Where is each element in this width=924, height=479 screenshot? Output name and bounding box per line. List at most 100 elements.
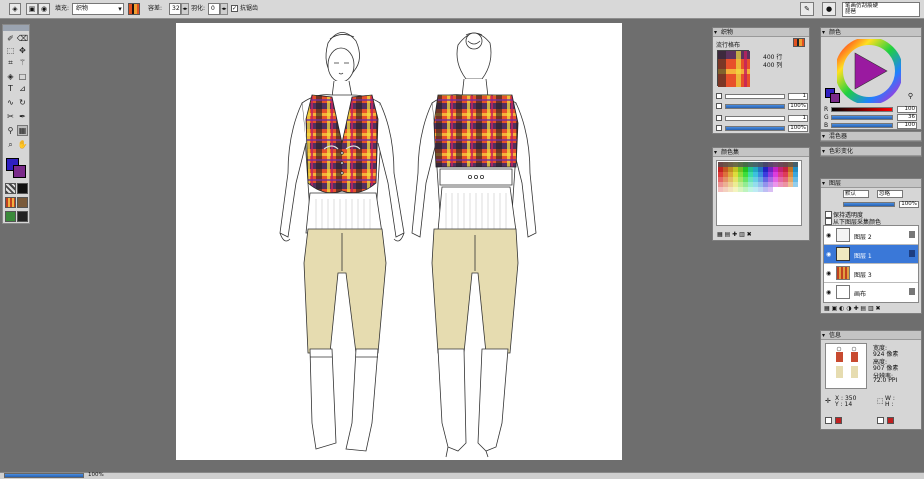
magnifier-icon[interactable]: ⌕: [5, 139, 16, 150]
eye-icon[interactable]: ◉: [826, 270, 831, 277]
shape-tool-icon[interactable]: □: [17, 71, 28, 82]
text-tool-icon[interactable]: T: [5, 83, 16, 94]
layer-controls[interactable]: ▦ ▣ ◐ ◑ ✚ ▤ ▥ ✖: [824, 305, 881, 312]
fabric-preview[interactable]: [717, 50, 750, 87]
fill-region-icon[interactable]: ◉: [38, 3, 50, 15]
fabric-thumb-icon[interactable]: [793, 38, 805, 47]
brush-icon[interactable]: ✎: [800, 2, 814, 16]
feather-input[interactable]: 0: [208, 3, 220, 15]
layer-row-3[interactable]: ◉ 图层 3: [824, 264, 918, 283]
fabric-row3-slider[interactable]: [725, 116, 785, 121]
capacity-spinner[interactable]: ◂▸: [181, 3, 189, 15]
gradient-selector-icon[interactable]: [17, 183, 28, 194]
layer-thumb: [836, 247, 850, 261]
paint-bucket-tool-icon[interactable]: ◈: [5, 71, 16, 82]
color-panel-header[interactable]: 颜色: [821, 28, 921, 37]
layer-row-canvas[interactable]: ◉ 画布: [824, 283, 918, 302]
g-field[interactable]: 36: [897, 114, 917, 121]
weave-selector-icon[interactable]: [17, 197, 28, 208]
layer-lock-icon[interactable]: [909, 250, 915, 257]
feather-spinner[interactable]: ◂▸: [220, 3, 228, 15]
eye-icon[interactable]: ◉: [826, 289, 831, 296]
fabric-row1-icon: [716, 93, 722, 99]
rect-select-icon[interactable]: ⬚: [5, 45, 16, 56]
grabber-hand-icon[interactable]: ✋: [17, 139, 28, 150]
antialias-checkbox[interactable]: ✓: [231, 5, 238, 12]
fabric-row2-slider[interactable]: [725, 104, 785, 109]
mixer-panel[interactable]: 混色器: [820, 131, 922, 142]
fabric-row1-field[interactable]: 1: [788, 93, 808, 100]
fill-mode-icon[interactable]: ▣: [26, 3, 38, 15]
brush-preset-line2: 琵琶: [845, 9, 857, 15]
color-set-grid[interactable]: [716, 160, 802, 226]
layer-row-2[interactable]: ◉ 图层 2: [824, 226, 918, 245]
r-field[interactable]: 100: [897, 106, 917, 113]
blend-mode-dropdown[interactable]: 默认: [843, 190, 869, 198]
document-canvas[interactable]: [176, 23, 622, 460]
brush-tool-icon[interactable]: ✐: [5, 33, 16, 44]
pattern-selector-icon[interactable]: [5, 197, 16, 208]
mixer-header[interactable]: 混色器: [821, 132, 921, 141]
fabric-row3-field[interactable]: 1: [788, 115, 808, 122]
cloner-tool-icon[interactable]: ✂: [5, 111, 16, 122]
fabric-row1-slider[interactable]: [725, 94, 785, 99]
rotate-tool-icon[interactable]: ↻: [17, 97, 28, 108]
g-slider[interactable]: [831, 115, 893, 120]
toolbox-header[interactable]: [3, 25, 29, 31]
crop-icon[interactable]: ⌗: [5, 57, 16, 68]
r-slider[interactable]: [831, 107, 893, 112]
line-tool-icon[interactable]: ⊿: [17, 83, 28, 94]
layers-header[interactable]: 图层: [821, 179, 921, 188]
fabric-swatch-icon[interactable]: [128, 3, 140, 15]
layer-row-1-selected[interactable]: ◉ 图层 1: [824, 245, 918, 264]
preserve-transparency-checkbox[interactable]: [825, 211, 832, 218]
info-header[interactable]: 信息: [821, 331, 921, 340]
b-slider[interactable]: [831, 123, 893, 128]
smudge-tool-icon[interactable]: ∿: [5, 97, 16, 108]
paint-bucket-icon[interactable]: ◈: [9, 3, 21, 15]
layer-lock-icon[interactable]: [909, 231, 915, 238]
fabric-row4-field[interactable]: 100%: [788, 125, 808, 132]
eraser-tool-icon[interactable]: ⌫: [17, 33, 28, 44]
layer-adjust-icon[interactable]: ✥: [17, 45, 28, 56]
pick-from-layer-checkbox[interactable]: [825, 218, 832, 225]
navigator-thumbnail[interactable]: [825, 343, 867, 389]
layer-opacity-field[interactable]: 100%: [899, 201, 919, 208]
color-set-controls[interactable]: ▦ ▤ ✚ ▥ ✖: [717, 231, 752, 238]
layer-opacity-slider[interactable]: [843, 202, 895, 207]
active-tool-icon[interactable]: ▦: [17, 125, 28, 136]
magic-wand-icon[interactable]: ⚚: [17, 57, 28, 68]
pen-tool-icon[interactable]: ✒: [17, 111, 28, 122]
fabric-row2-field[interactable]: 100%: [788, 103, 808, 110]
composite-dropdown[interactable]: 忽略: [877, 190, 903, 198]
color-swatches[interactable]: [717, 161, 801, 193]
color-swatch[interactable]: [793, 187, 798, 192]
zoom-slider[interactable]: [4, 473, 84, 478]
color-variability-header[interactable]: 色彩变化: [821, 147, 921, 156]
chevron-down-icon[interactable]: ▾: [116, 3, 124, 15]
info-color-swatch-c: [877, 417, 884, 424]
eye-icon[interactable]: ◉: [826, 251, 831, 258]
color-set-header[interactable]: 颜色集: [713, 148, 809, 157]
brush-dab-icon[interactable]: ●: [822, 2, 836, 16]
layer-thumb: [836, 266, 850, 280]
dropper-icon[interactable]: ⚲: [908, 92, 913, 100]
zoom-value: 100%: [88, 472, 104, 478]
crosshair-icon: ✛: [825, 397, 831, 405]
paper-selector-icon[interactable]: [5, 183, 16, 194]
dropper-tool-icon[interactable]: ⚲: [5, 125, 16, 136]
nozzle-selector-icon[interactable]: [5, 211, 16, 222]
color-variability-panel[interactable]: 色彩变化: [820, 146, 922, 157]
layer-list[interactable]: ◉ 图层 2 ◉ 图层 1 ◉ 图层 3 ◉ 画布: [823, 225, 919, 303]
capacity-input[interactable]: 32: [169, 3, 181, 15]
additional-color-swatch[interactable]: [13, 165, 26, 178]
color-wheel[interactable]: [837, 39, 901, 103]
color-additional-swatch[interactable]: [830, 93, 840, 103]
brush-preset-selector[interactable]: 笔画仿刮痕硬 琵琶: [842, 2, 920, 17]
layer-lock-icon[interactable]: [909, 288, 915, 295]
eye-icon[interactable]: ◉: [826, 232, 831, 239]
look-selector-icon[interactable]: [17, 211, 28, 222]
b-field[interactable]: 100: [897, 122, 917, 129]
fabric-row4-slider[interactable]: [725, 126, 785, 131]
fabric-panel-header[interactable]: 织物: [713, 28, 809, 37]
